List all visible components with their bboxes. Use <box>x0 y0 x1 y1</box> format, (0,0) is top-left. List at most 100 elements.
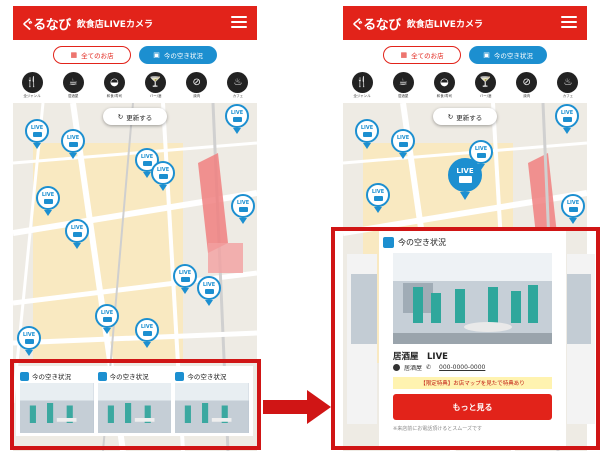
filter-tabs: ▦ 全てのお店 ▣ 今の空き状況 <box>13 46 257 64</box>
live-camera-pin[interactable]: LIVE <box>555 104 579 134</box>
category-label: 焼肉 <box>523 94 531 98</box>
video-camera-icon <box>373 196 383 201</box>
pin-label: LIVE <box>202 282 216 288</box>
video-camera-icon <box>43 199 53 204</box>
highlight-box-cards <box>10 359 261 450</box>
camera-icon: ▣ <box>483 51 490 59</box>
category-izakaya[interactable]: ☕ 居酒屋 <box>62 72 84 99</box>
video-camera-icon <box>362 132 372 137</box>
category-label: バー/酒 <box>479 94 492 98</box>
live-camera-pin[interactable]: LIVE <box>197 276 221 306</box>
live-camera-pin[interactable]: LIVE <box>355 119 379 149</box>
video-camera-icon <box>32 132 42 137</box>
video-camera-icon <box>180 277 190 282</box>
filter-tabs: ▦ 全てのお店 ▣ 今の空き状況 <box>343 46 587 64</box>
video-camera-icon <box>142 331 152 336</box>
app-logo[interactable]: ぐるなび <box>21 14 71 33</box>
live-camera-pin[interactable]: LIVE <box>151 161 175 191</box>
video-camera-icon <box>458 176 472 183</box>
meat-icon: ⊘ <box>186 72 208 93</box>
pin-label: LIVE <box>566 200 580 206</box>
category-washoku[interactable]: ◒ 和食/寿司 <box>103 72 125 99</box>
pin-label: LIVE <box>178 270 192 276</box>
category-bar[interactable]: 🍸 バー/酒 <box>145 72 167 99</box>
app-title: 飲食店LIVEカメラ <box>76 19 153 30</box>
pin-label: LIVE <box>560 110 574 116</box>
video-camera-icon <box>398 142 408 147</box>
sushi-icon: ◒ <box>103 72 125 93</box>
live-camera-pin[interactable]: LIVE <box>561 194 585 224</box>
live-camera-pin[interactable]: LIVE <box>65 219 89 249</box>
pin-label: LIVE <box>140 324 154 330</box>
selected-live-camera-pin[interactable]: LIVE <box>448 158 482 200</box>
cocktail-icon: 🍸 <box>145 72 167 93</box>
refresh-icon: ↻ <box>447 112 454 121</box>
category-cafe[interactable]: ♨ カフェ <box>557 72 579 99</box>
tab-status-label: 今の空き状況 <box>163 52 203 60</box>
category-bar[interactable]: 🍸 バー/酒 <box>475 72 497 99</box>
app-header: ぐるなび 飲食店LIVEカメラ <box>343 6 587 40</box>
category-cafe[interactable]: ♨ カフェ <box>227 72 249 99</box>
refresh-map-button[interactable]: ↻ 更新する <box>433 108 497 125</box>
pin-label: LIVE <box>230 110 244 116</box>
video-camera-icon <box>562 117 572 122</box>
pin-label: LIVE <box>70 225 84 231</box>
pin-label: LIVE <box>30 125 44 131</box>
refresh-map-button[interactable]: ↻ 更新する <box>103 108 167 125</box>
tab-availability[interactable]: ▣ 今の空き状況 <box>139 46 217 64</box>
tab-availability[interactable]: ▣ 今の空き状況 <box>469 46 547 64</box>
live-camera-pin[interactable]: LIVE <box>366 183 390 213</box>
tab-all-label: 全てのお店 <box>81 52 114 60</box>
pin-label: LIVE <box>140 154 154 160</box>
pin-label: LIVE <box>456 167 474 175</box>
live-camera-pin[interactable]: LIVE <box>231 194 255 224</box>
tab-all-label: 全てのお店 <box>411 52 444 60</box>
camera-icon: ▣ <box>153 51 160 59</box>
category-all[interactable]: 🍴 全ジャンル <box>21 72 43 99</box>
category-label: カフェ <box>232 94 244 98</box>
category-yakiniku[interactable]: ⊘ 焼肉 <box>516 72 538 99</box>
category-all[interactable]: 🍴 全ジャンル <box>351 72 373 99</box>
app-header: ぐるなび 飲食店LIVEカメラ <box>13 6 257 40</box>
category-label: バー/酒 <box>149 94 162 98</box>
app-logo[interactable]: ぐるなび <box>351 14 401 33</box>
pin-label: LIVE <box>100 310 114 316</box>
pin-label: LIVE <box>22 332 36 338</box>
tab-all-shops[interactable]: ▦ 全てのお店 <box>53 46 131 64</box>
category-label: 和食/寿司 <box>106 94 122 98</box>
category-label: 居酒屋 <box>397 94 409 98</box>
category-yakiniku[interactable]: ⊘ 焼肉 <box>186 72 208 99</box>
utensils-icon: 🍴 <box>21 72 43 93</box>
refresh-label: 更新する <box>126 113 153 122</box>
live-camera-pin[interactable]: LIVE <box>25 119 49 149</box>
live-camera-pin[interactable]: LIVE <box>61 129 85 159</box>
highlight-box-detail <box>331 227 600 450</box>
live-camera-pin[interactable]: LIVE <box>225 104 249 134</box>
category-izakaya[interactable]: ☕ 居酒屋 <box>392 72 414 99</box>
tab-all-shops[interactable]: ▦ 全てのお店 <box>383 46 461 64</box>
live-camera-pin[interactable]: LIVE <box>95 304 119 334</box>
video-camera-icon <box>102 317 112 322</box>
video-camera-icon <box>24 339 34 344</box>
tab-status-label: 今の空き状況 <box>493 52 533 60</box>
coffee-icon: ☕ <box>392 72 414 93</box>
live-camera-pin[interactable]: LIVE <box>135 318 159 348</box>
hamburger-menu-icon[interactable] <box>561 16 577 29</box>
live-camera-pin[interactable]: LIVE <box>36 186 60 216</box>
live-camera-pin[interactable]: LIVE <box>391 129 415 159</box>
live-camera-pin[interactable]: LIVE <box>173 264 197 294</box>
video-camera-icon <box>204 289 214 294</box>
meat-icon: ⊘ <box>516 72 538 93</box>
pin-label: LIVE <box>371 189 385 195</box>
category-washoku[interactable]: ◒ 和食/寿司 <box>433 72 455 99</box>
pin-label: LIVE <box>156 167 170 173</box>
video-camera-icon <box>238 207 248 212</box>
pin-label: LIVE <box>396 135 410 141</box>
hamburger-menu-icon[interactable] <box>231 16 247 29</box>
sushi-icon: ◒ <box>433 72 455 93</box>
live-camera-pin[interactable]: LIVE <box>17 326 41 356</box>
video-camera-icon <box>68 142 78 147</box>
category-label: 全ジャンル <box>353 94 371 98</box>
category-label: 全ジャンル <box>23 94 41 98</box>
cocktail-icon: 🍸 <box>475 72 497 93</box>
